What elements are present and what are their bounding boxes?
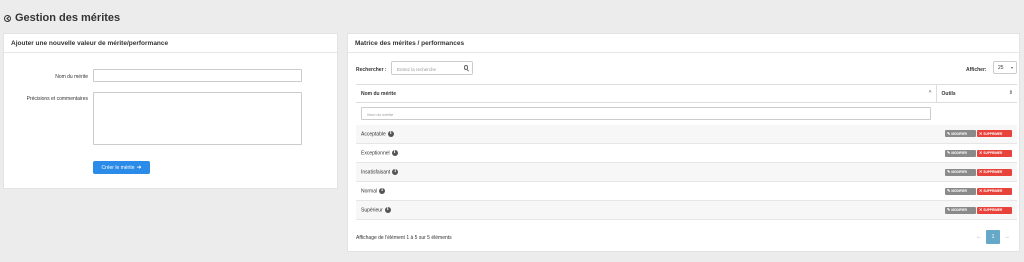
name-filter-input[interactable]: Nom du mérite bbox=[361, 107, 931, 121]
show-entries-value: 25 bbox=[998, 65, 1004, 71]
x-icon: ✕ bbox=[979, 150, 983, 155]
x-icon: ✕ bbox=[979, 130, 983, 136]
show-entries-label: Afficher: bbox=[966, 67, 987, 73]
column-header-name[interactable]: Nom du mérite ^ bbox=[356, 84, 936, 103]
merits-matrix-panel: Matrice des mérites / performances Reche… bbox=[347, 33, 1020, 252]
merits-matrix-panel-title: Matrice des mérites / performances bbox=[348, 34, 1019, 53]
delete-button[interactable]: ✕ SUPPRIMER bbox=[977, 187, 1012, 195]
merit-name: Normal bbox=[361, 188, 378, 195]
merit-name: Acceptable bbox=[361, 130, 386, 137]
search-label: Rechercher : bbox=[356, 67, 387, 73]
x-icon: ✕ bbox=[979, 188, 983, 193]
modify-button[interactable]: ✎ MODIFIER bbox=[945, 168, 976, 176]
pagination-page-current[interactable]: 1 bbox=[986, 230, 1000, 244]
modify-button[interactable]: ✎ MODIFIER bbox=[945, 149, 976, 157]
delete-button-label: SUPPRIMER bbox=[983, 189, 1003, 193]
delete-button-label: SUPPRIMER bbox=[983, 208, 1003, 212]
sort-asc-icon[interactable]: ^ bbox=[929, 90, 932, 96]
comments-label: Précisions et commentaires bbox=[26, 96, 88, 102]
pagination-next[interactable]: → bbox=[1004, 234, 1010, 240]
modify-button-label: MODIFIER bbox=[951, 208, 967, 212]
merit-name: Insatisfaisant bbox=[361, 169, 391, 176]
modify-button[interactable]: ✎ MODIFIER bbox=[945, 206, 976, 214]
modify-button-label: MODIFIER bbox=[951, 189, 967, 193]
table-row: Supérieur i ✎ MODIFIER ✕ SUPPRIMER bbox=[356, 200, 1017, 220]
delete-button-label: SUPPRIMER bbox=[983, 170, 1003, 174]
name-filter-placeholder: Nom du mérite bbox=[367, 112, 394, 118]
delete-button[interactable]: ✕ SUPPRIMER bbox=[977, 149, 1012, 157]
modify-button[interactable]: ✎ MODIFIER bbox=[945, 187, 976, 195]
show-entries-select[interactable]: 25 ▾ bbox=[993, 61, 1017, 74]
info-icon[interactable]: i bbox=[391, 149, 398, 156]
arrow-right-icon: ➜ bbox=[136, 164, 142, 171]
column-header-tools[interactable]: Outils ⇕ bbox=[935, 84, 1017, 103]
table-row: Insatisfaisant i ✎ MODIFIER ✕ SUPPRIMER bbox=[356, 162, 1017, 182]
delete-button-label: SUPPRIMER bbox=[983, 131, 1003, 136]
merit-name: Exceptionnel bbox=[361, 150, 390, 157]
sort-both-icon[interactable]: ⇕ bbox=[1009, 90, 1013, 96]
pencil-icon: ✎ bbox=[947, 207, 951, 212]
filter-row: Nom du mérite bbox=[356, 102, 1017, 125]
x-icon: ✕ bbox=[979, 169, 983, 174]
modify-button-label: MODIFIER bbox=[951, 151, 967, 155]
create-merit-button-label: Créer le mérite bbox=[101, 164, 135, 171]
modify-button-label: MODIFIER bbox=[951, 170, 967, 174]
info-icon[interactable]: i bbox=[384, 206, 391, 213]
pencil-icon: ✎ bbox=[947, 150, 951, 155]
add-merit-panel: Ajouter une nouvelle valeur de mérite/pe… bbox=[3, 33, 338, 189]
delete-button[interactable]: ✕ SUPPRIMER bbox=[977, 168, 1012, 176]
comments-textarea[interactable] bbox=[93, 92, 302, 145]
modify-button-label: MODIFIER bbox=[951, 131, 967, 136]
table-row: Exceptionnel i ✎ MODIFIER ✕ SUPPRIMER bbox=[356, 143, 1017, 163]
search-icon[interactable] bbox=[463, 65, 468, 70]
table-header-row: Nom du mérite ^ Outils ⇕ bbox=[356, 84, 1017, 103]
merit-name-input[interactable] bbox=[93, 69, 302, 82]
pencil-icon: ✎ bbox=[947, 130, 951, 136]
table-row: Normal i ✎ MODIFIER ✕ SUPPRIMER bbox=[356, 181, 1017, 201]
chevron-down-icon: ▾ bbox=[1010, 65, 1013, 70]
pencil-icon: ✎ bbox=[947, 169, 951, 174]
page-header: Gestion des mérites bbox=[4, 9, 120, 27]
modify-button[interactable]: ✎ MODIFIER bbox=[945, 130, 976, 138]
pagination: ← 1 → bbox=[976, 230, 1010, 244]
merit-name-label: Nom du mérite bbox=[55, 74, 88, 80]
pagination-prev[interactable]: ← bbox=[976, 234, 982, 240]
add-merit-panel-title: Ajouter une nouvelle valeur de mérite/pe… bbox=[4, 34, 337, 53]
info-icon[interactable]: i bbox=[392, 168, 399, 175]
page-title: Gestion des mérites bbox=[15, 12, 121, 24]
delete-button[interactable]: ✕ SUPPRIMER bbox=[977, 130, 1012, 138]
delete-button-label: SUPPRIMER bbox=[983, 151, 1003, 155]
merits-table: Nom du mérite ^ Outils ⇕ Nom du mérite A… bbox=[356, 84, 1017, 220]
column-header-tools-label: Outils bbox=[941, 90, 956, 97]
create-merit-button[interactable]: Créer le mérite ➜ bbox=[93, 161, 150, 174]
table-row: Acceptable i ✎ MODIFIER ✕ SUPPRIMER bbox=[356, 124, 1017, 144]
info-icon[interactable]: i bbox=[387, 130, 394, 137]
delete-button[interactable]: ✕ SUPPRIMER bbox=[977, 206, 1012, 214]
merit-name: Supérieur bbox=[361, 207, 383, 214]
search-placeholder: Entrez la recherche bbox=[397, 67, 437, 72]
info-icon[interactable]: i bbox=[379, 187, 386, 194]
pencil-icon: ✎ bbox=[947, 188, 951, 193]
column-header-name-label: Nom du mérite bbox=[361, 90, 397, 97]
table-info: Affichage de l'élément 1 à 5 sur 5 éléme… bbox=[356, 235, 452, 241]
back-circle-icon[interactable] bbox=[4, 14, 11, 22]
x-icon: ✕ bbox=[979, 207, 983, 212]
search-input[interactable]: Entrez la recherche bbox=[391, 61, 473, 75]
